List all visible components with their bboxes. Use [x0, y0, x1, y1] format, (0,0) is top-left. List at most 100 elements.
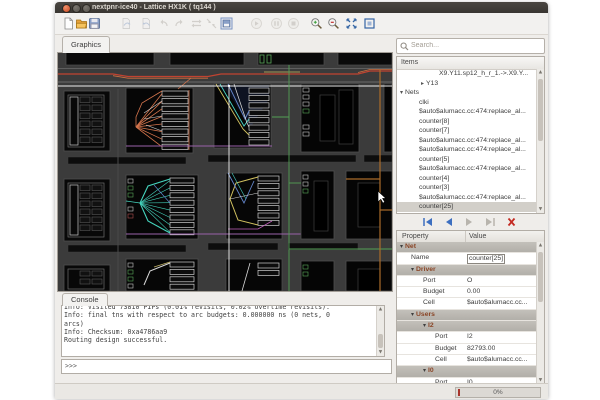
clear-highlight-button[interactable]: [505, 217, 518, 227]
tree-item-counter-25-[interactable]: counter[25]: [397, 202, 537, 212]
tree-item--auto-alumacc-cc-474-rep[interactable]: $auto$alumacc.cc:474:replace_al...: [397, 164, 537, 174]
console-output[interactable]: Info: Visited 73810 PIPs (0.01% revisits…: [61, 305, 385, 357]
property-value[interactable]: 0.00: [467, 287, 480, 297]
tree-item--auto-alumacc-cc-474-rep[interactable]: $auto$alumacc.cc:474:replace_al...: [397, 145, 537, 155]
property-row-budget[interactable]: Budget 0.00: [397, 287, 537, 298]
scroll-thumb[interactable]: [538, 79, 544, 141]
property-group-net[interactable]: ▾Net: [397, 242, 537, 253]
expander-open-icon[interactable]: ▾: [423, 367, 426, 374]
stop-circle-button[interactable]: [287, 17, 300, 30]
property-row-budget[interactable]: Budget 82793.00: [397, 344, 537, 355]
maximize-window-button[interactable]: [82, 4, 91, 13]
search-input[interactable]: [411, 39, 539, 51]
save-package-button[interactable]: [220, 17, 233, 30]
property-label: Port: [423, 276, 435, 286]
scroll-up-icon[interactable]: ▲: [537, 242, 544, 249]
column-divider[interactable]: [465, 231, 466, 242]
property-group-i2[interactable]: ▾I2: [397, 321, 537, 332]
zoom-selection-button[interactable]: [345, 17, 358, 30]
new-file-button[interactable]: [62, 17, 75, 30]
property-label: Cell: [423, 298, 435, 308]
expander-closed-icon[interactable]: ▸: [421, 80, 424, 87]
tree-item-nets[interactable]: ▾Nets: [397, 88, 537, 98]
property-row-cell[interactable]: Cell $auto$alumacc.cc...: [397, 298, 537, 309]
property-value[interactable]: I2: [467, 332, 473, 342]
tree-item-label: counter[3]: [419, 184, 449, 191]
search-icon: [400, 42, 409, 51]
go-prev-button[interactable]: [442, 217, 455, 227]
expander-open-icon[interactable]: ▾: [400, 243, 403, 250]
tree-item-counter-5-[interactable]: counter[5]: [397, 155, 537, 165]
property-row-cell[interactable]: Cell$auto$alumacc.cc...: [397, 355, 537, 366]
fpga-canvas[interactable]: [57, 52, 393, 292]
property-scrollbar[interactable]: ▲ ▼: [536, 242, 544, 384]
go-first-button[interactable]: [421, 217, 434, 227]
scroll-thumb[interactable]: [378, 334, 384, 348]
property-group-driver[interactable]: ▾Driver: [397, 265, 537, 276]
go-last-button[interactable]: [484, 217, 497, 227]
tree-item-x9-y11-sp12-h-r-1-x9-y-[interactable]: X9.Y11.sp12_h_r_1.->.X9.Y...: [397, 69, 537, 79]
tab-graphics[interactable]: Graphics: [62, 36, 110, 53]
save-json-button[interactable]: [88, 17, 101, 30]
import-file-button[interactable]: [120, 17, 133, 30]
property-value[interactable]: 82793.00: [467, 344, 495, 354]
zoom-out-button[interactable]: [327, 17, 340, 30]
property-column-header: Property: [402, 231, 428, 242]
scroll-down-icon[interactable]: ▼: [377, 349, 384, 356]
items-scrollbar[interactable]: ▲ ▼: [536, 69, 544, 213]
tree-item-clki[interactable]: clki: [397, 98, 537, 108]
expander-open-icon[interactable]: ▾: [411, 266, 414, 273]
property-row-port[interactable]: PortI2: [397, 332, 537, 343]
property-label: Budget: [423, 287, 445, 297]
close-window-button[interactable]: [62, 4, 71, 13]
scroll-up-icon[interactable]: ▲: [377, 306, 384, 313]
property-value[interactable]: O: [467, 276, 472, 286]
property-row-port[interactable]: Port O: [397, 276, 537, 287]
open-json-button[interactable]: [75, 17, 88, 30]
scroll-thumb[interactable]: [538, 252, 544, 302]
expander-open-icon[interactable]: ▾: [423, 322, 426, 329]
tree-item-y13[interactable]: ▸Y13: [397, 79, 537, 89]
exchange-arrows-button[interactable]: [190, 17, 203, 30]
property-row-name[interactable]: Namecounter[25]: [397, 253, 537, 264]
compress-arrows-button[interactable]: [205, 17, 218, 30]
zoom-in-button[interactable]: [310, 17, 323, 30]
scroll-up-icon[interactable]: ▲: [537, 69, 544, 76]
tab-console[interactable]: Console: [62, 293, 108, 306]
tree-item-counter-4-[interactable]: counter[4]: [397, 174, 537, 184]
search-box[interactable]: [396, 38, 545, 54]
property-value[interactable]: counter[25]: [467, 254, 505, 264]
tree-item-counter-7-[interactable]: counter[7]: [397, 126, 537, 136]
titlebar[interactable]: nextpnr-ice40 - Lattice HX1K ( tq144 ): [55, 2, 548, 13]
tree-item--auto-alumacc-cc-474-rep[interactable]: $auto$alumacc.cc:474:replace_al...: [397, 136, 537, 146]
tree-item--auto-alumacc-cc-474-rep[interactable]: $auto$alumacc.cc:474:replace_al...: [397, 107, 537, 117]
play-circle-button[interactable]: [250, 17, 263, 30]
zoom-outbound-button[interactable]: [363, 17, 376, 30]
go-next-button[interactable]: [463, 217, 476, 227]
property-group-users[interactable]: ▾Users: [397, 310, 537, 321]
undo-arrow-button[interactable]: [157, 17, 170, 30]
property-group-i0[interactable]: ▾I0: [397, 366, 537, 377]
tree-item-counter-3-[interactable]: counter[3]: [397, 183, 537, 193]
console-log-text: Info: Visited 73810 PIPs (0.01% revisits…: [64, 305, 375, 344]
value-column-header: Value: [469, 231, 486, 242]
property-value[interactable]: $auto$alumacc.cc...: [467, 298, 527, 308]
tree-item-counter-8-[interactable]: counter[8]: [397, 117, 537, 127]
export-file-button[interactable]: [140, 17, 153, 30]
property-label: Budget: [435, 344, 457, 354]
redo-arrow-button[interactable]: [173, 17, 186, 30]
minimize-window-button[interactable]: [72, 4, 81, 13]
property-value[interactable]: $auto$alumacc.cc...: [467, 355, 527, 365]
group-label: Users: [416, 311, 435, 318]
tree-item-label: counter[4]: [419, 175, 449, 182]
scroll-down-icon[interactable]: ▼: [537, 206, 544, 213]
tree-item--auto-alumacc-cc-474-rep[interactable]: $auto$alumacc.cc:474:replace_al...: [397, 193, 537, 203]
tree-item-label: $auto$alumacc.cc:474:replace_al...: [419, 108, 526, 115]
expander-open-icon[interactable]: ▾: [400, 89, 403, 96]
pause-circle-button[interactable]: [270, 17, 283, 30]
expander-open-icon[interactable]: ▾: [411, 311, 414, 318]
property-panel: Property Value ▾NetNamecounter[25]▾Drive…: [396, 230, 545, 385]
console-input[interactable]: >>>: [61, 359, 392, 374]
console-scrollbar[interactable]: ▲ ▼: [376, 306, 384, 356]
selection-nav-bar: [396, 215, 543, 228]
